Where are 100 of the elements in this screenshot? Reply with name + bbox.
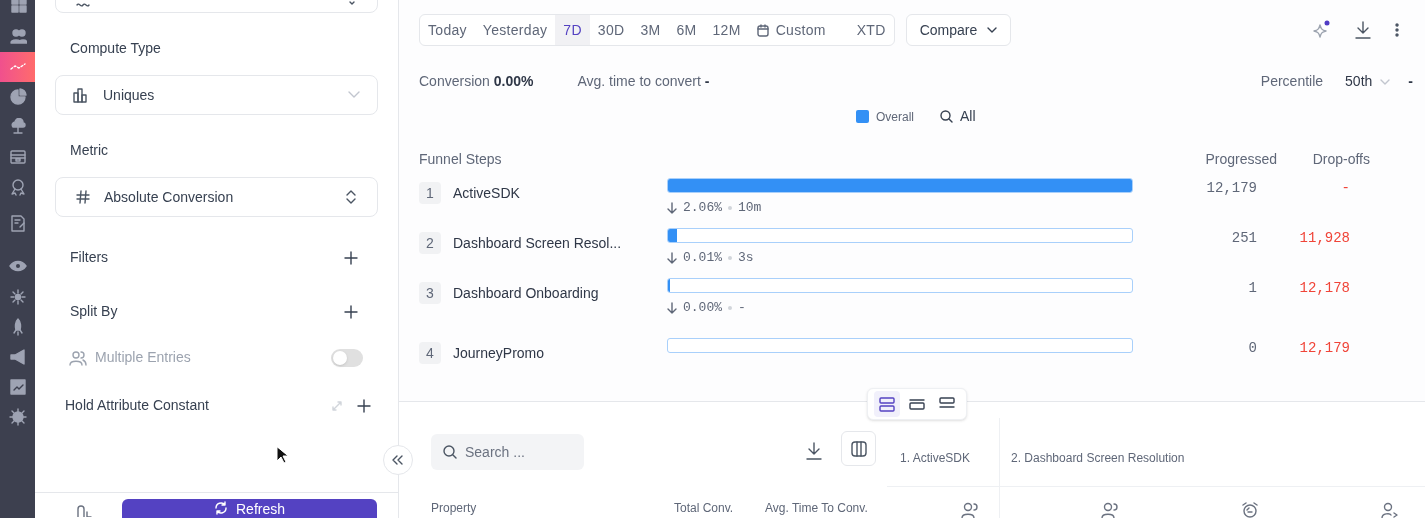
step-time: 10m (738, 199, 762, 217)
more-icon[interactable] (1395, 23, 1399, 37)
search-icon (940, 110, 953, 123)
wave-icon (76, 0, 90, 9)
step-conversion: 2.06% (683, 199, 722, 217)
date-range-tab[interactable]: Yesterday (474, 15, 556, 45)
step-name: Dashboard Screen Resol... (453, 233, 622, 253)
step-name: Dashboard Onboarding (453, 283, 599, 303)
step-name: ActiveSDK (453, 183, 520, 203)
date-range-tab[interactable]: 12M (704, 15, 749, 45)
section-label: Filters (70, 248, 109, 267)
plus-icon (344, 304, 358, 319)
toggle-switch[interactable] (331, 348, 363, 367)
collapse-button[interactable] (383, 445, 413, 475)
percentile-select[interactable]: 50th (1345, 71, 1391, 92)
view-toggle[interactable] (874, 391, 900, 417)
date-range-tab[interactable]: XTD (848, 15, 894, 45)
download-icon[interactable] (806, 442, 822, 460)
step-number: 2 (419, 232, 441, 254)
date-range-tab[interactable]: 3M (632, 15, 669, 45)
bar-chart-icon (73, 87, 89, 103)
dropoff-count: 12,179 (1298, 339, 1350, 358)
step-time: - (738, 299, 746, 317)
column-header: Drop-offs (1311, 150, 1370, 169)
refresh-button[interactable]: Refresh (122, 499, 377, 518)
trend-icon (8, 63, 27, 71)
columns-icon (850, 440, 867, 457)
percentile-reading: - (1408, 72, 1413, 91)
section-label: Metric (70, 141, 110, 160)
layout-icon (879, 396, 895, 412)
spark-icon (8, 288, 27, 306)
progressed-count: 0 (1247, 339, 1257, 358)
compute-type-select[interactable]: Uniques (55, 75, 378, 115)
column-header: Property (431, 500, 477, 517)
option-label: Multiple Entries (95, 348, 192, 367)
add-button[interactable] (344, 250, 358, 265)
column-header: Funnel Steps (419, 150, 503, 169)
grid-icon (8, 0, 27, 16)
compare-button[interactable]: Compare (905, 14, 1012, 46)
refresh-icon (214, 501, 228, 515)
folder-icon (8, 148, 27, 166)
date-range-tab[interactable]: Today (420, 15, 475, 45)
badge-icon (8, 178, 27, 196)
chevron-down-icon (987, 27, 998, 33)
date-range-tab[interactable]: 7D (555, 15, 590, 45)
search-field[interactable]: Search ... (431, 434, 584, 470)
avg-time-summary: Avg. time to convert - (577, 72, 710, 91)
search-icon (443, 445, 457, 459)
people-icon (1381, 502, 1399, 518)
download-icon[interactable] (1355, 21, 1371, 39)
plus-icon (357, 398, 371, 413)
dropoff-count: 11,928 (1298, 229, 1350, 248)
add-button[interactable] (344, 304, 358, 319)
document-icon (8, 215, 27, 233)
conversion-summary: Conversion 0.00% (419, 72, 534, 91)
progressed-count: 1 (1247, 279, 1257, 298)
section-label: Compute Type (70, 39, 162, 58)
pie-chart-icon (8, 88, 27, 106)
step-name: JourneyPromo (453, 343, 545, 363)
calendar-icon (756, 23, 769, 37)
columns-button[interactable] (841, 431, 876, 466)
legend-label: Overall (876, 108, 914, 126)
date-range-tab[interactable]: Custom (748, 15, 834, 45)
arrow-down-icon (667, 251, 677, 264)
step-number: 4 (419, 342, 441, 364)
people-icon (8, 28, 27, 46)
report-icon (8, 378, 27, 396)
filter-button[interactable]: All (940, 106, 976, 127)
column-header: 2. Dashboard Screen Resolution (1011, 450, 1185, 467)
people-icon (961, 502, 979, 518)
chevron-down-icon (1380, 78, 1391, 85)
dropoff-count: 12,178 (1298, 279, 1350, 298)
plus-icon (344, 250, 358, 265)
progressed-count: 251 (1230, 229, 1257, 248)
step-conversion: 0.01% (683, 249, 722, 267)
cursor-icon (276, 446, 288, 464)
step-conversion: 0.00% (683, 299, 722, 317)
settings-icon (8, 408, 27, 426)
percentile-label: Percentile (1260, 72, 1324, 91)
step-number: 1 (419, 182, 441, 204)
megaphone-icon (8, 348, 27, 366)
arrow-down-icon (667, 301, 677, 314)
metric-select[interactable]: Absolute Conversion (55, 177, 378, 217)
arrow-down-icon (667, 201, 677, 214)
people-icon (69, 349, 87, 366)
sparkle-icon[interactable] (1311, 20, 1331, 40)
double-chevron-icon (392, 455, 404, 465)
section-label: Hold Attribute Constant (65, 396, 210, 415)
hash-icon (76, 190, 90, 204)
step-number: 3 (419, 282, 441, 304)
column-header: Progressed (1204, 150, 1277, 169)
date-range-tab[interactable]: 30D (589, 15, 633, 45)
progressed-count: 12,179 (1205, 179, 1257, 198)
column-header: Total Conv. (674, 500, 734, 517)
layout-icon (909, 396, 925, 412)
column-header: Avg. Time To Conv. (765, 500, 868, 517)
column-header: 1. ActiveSDK (900, 450, 971, 467)
add-button[interactable] (357, 398, 371, 413)
alarm-icon (1241, 502, 1259, 518)
date-range-tab[interactable]: 6M (668, 15, 705, 45)
